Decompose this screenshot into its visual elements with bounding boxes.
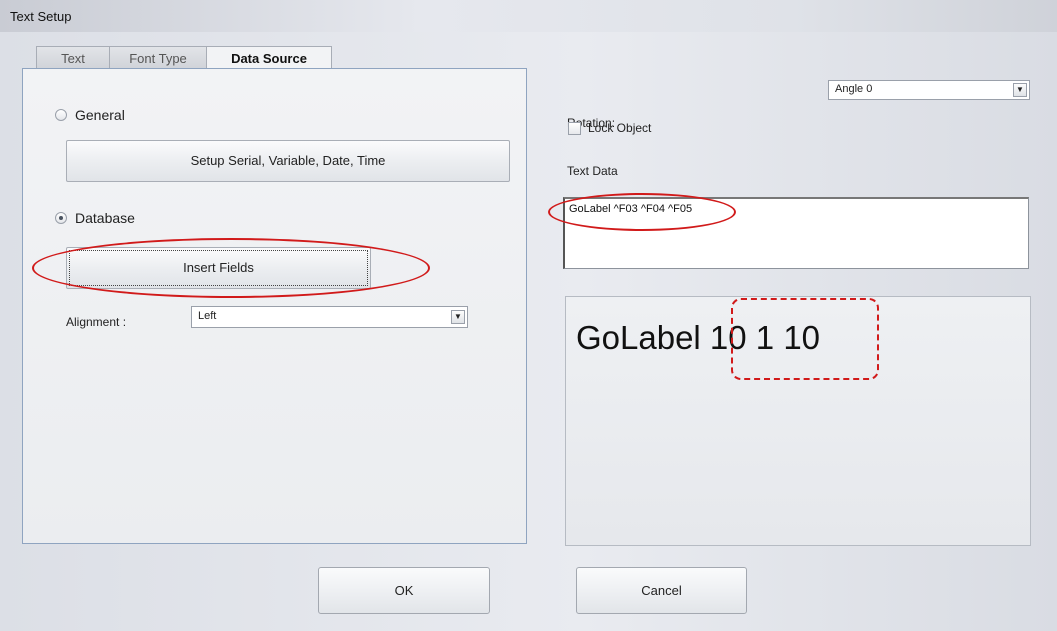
alignment-label: Alignment : xyxy=(66,315,127,329)
general-radio-button[interactable] xyxy=(55,109,67,121)
lock-object-option[interactable]: Lock Object xyxy=(568,121,651,135)
alignment-value: Left xyxy=(198,310,217,322)
chevron-down-icon[interactable]: ▼ xyxy=(451,310,465,324)
ok-button[interactable]: OK xyxy=(318,567,490,614)
lock-object-checkbox[interactable] xyxy=(568,121,581,135)
database-radio-button[interactable] xyxy=(55,212,67,224)
rotation-value: Angle 0 xyxy=(835,83,873,95)
lock-object-label: Lock Object xyxy=(588,121,652,135)
alignment-select[interactable]: Left ▼ xyxy=(191,306,468,328)
text-data-input[interactable]: GoLabel ^F03 ^F04 ^F05 xyxy=(563,197,1029,269)
window-title: Text Setup xyxy=(10,9,72,24)
general-radio-option[interactable]: General xyxy=(55,107,125,123)
tab-font-type[interactable]: Font Type xyxy=(109,46,207,70)
text-preview-pane: GoLabel 10 1 10 xyxy=(565,296,1031,546)
database-label: Database xyxy=(75,210,135,226)
general-label: General xyxy=(75,107,125,123)
preview-text: GoLabel 10 1 10 xyxy=(576,319,821,356)
text-setup-dialog: Text Setup Text Font Type Data Source Ge… xyxy=(0,0,1057,631)
text-data-label: Text Data xyxy=(567,164,618,178)
setup-serial-variable-date-time-button[interactable]: Setup Serial, Variable, Date, Time xyxy=(66,140,510,182)
rotation-select[interactable]: Angle 0 ▼ xyxy=(828,80,1030,100)
tab-text[interactable]: Text xyxy=(36,46,110,70)
cancel-button[interactable]: Cancel xyxy=(576,567,747,614)
chevron-down-icon[interactable]: ▼ xyxy=(1013,83,1027,97)
title-bar[interactable]: Text Setup xyxy=(0,0,1057,32)
database-radio-option[interactable]: Database xyxy=(55,210,135,226)
insert-fields-button[interactable]: Insert Fields xyxy=(66,247,371,289)
